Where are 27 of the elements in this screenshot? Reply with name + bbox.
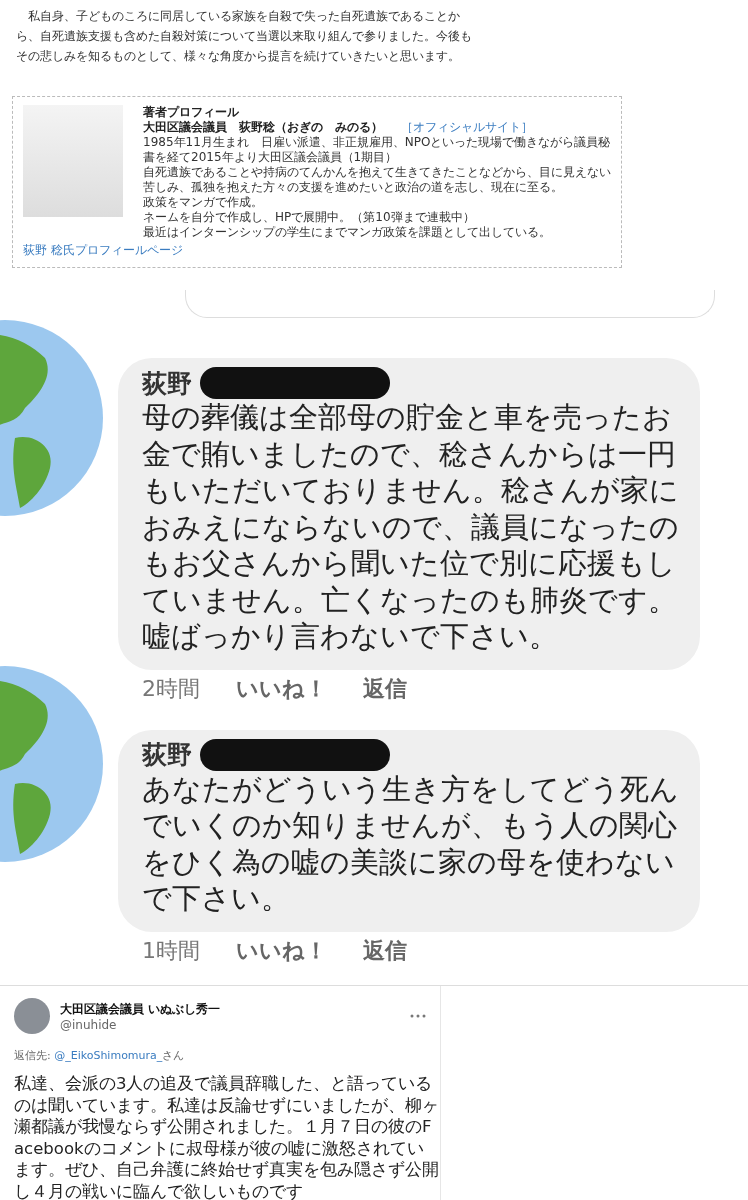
comment-time: 1時間 xyxy=(142,936,200,965)
tweet-text: 私達、会派の3人の追及で議員辞職した、と語っているのは聞いています。私達は反論せずにいましたが、柳ヶ瀬都議が我慢ならず公開されました。１月７日の彼のFacebookのコメントに叔母様が彼の嘘に激怒されています。ぜひ、自己弁護に終始せず真実を包み隠さず公開し４月の戦いに臨んで欲しいものです xyxy=(14,1073,439,1200)
tweet-author-name: 大田区議会議員 いぬぶし秀一 xyxy=(60,1000,222,1018)
profile-bio-text: 1985年11月生まれ 日雇い派遣、非正規雇用、NPOといった現場で働きながら議員秘書を経て2015年より大田区議会議員（1期目） xyxy=(143,135,611,165)
reply-button[interactable]: 返信 xyxy=(363,673,407,704)
comment-time: 2時間 xyxy=(142,674,200,703)
profile-heading: 著者プロフィール xyxy=(143,105,239,120)
reply-button[interactable]: 返信 xyxy=(363,935,407,966)
profile-bio-text: ネームを自分で作成し、HPで展開中。（第10弾まで連載中） xyxy=(143,210,476,225)
like-button[interactable]: いいね！ xyxy=(236,935,327,966)
avatar-placeholder[interactable] xyxy=(14,998,50,1034)
reply-to-text: 返信先: @_EikoShimomura_さん xyxy=(14,1048,186,1063)
like-button[interactable]: いいね！ xyxy=(236,673,327,704)
profile-bio-text: 最近はインターンシップの学生にまでマンガ政策を課題として出している。 xyxy=(143,225,552,240)
profile-bio-text: 政策をマンガで作成。 xyxy=(143,195,264,210)
comment-author[interactable]: 荻野 xyxy=(142,738,192,771)
comment-text: 母の葬儀は全部母の貯金と車を売ったお金で賄いましたので、稔さんからは一円もいただいておりません。稔さんが家におみえにならないので、議員になったのもお父さんから聞いた位で別に応援もしていません。亡くなったのも肺炎です。嘘ばっかり言わないで下さい。 xyxy=(142,400,680,655)
official-site-link[interactable]: ［オフィシャルサイト］ xyxy=(401,120,533,135)
article-paragraph: 私自身、子どものころに同居している家族を自殺で失った自死遺族であることから、自死遺族支援も含めた自殺対策について当選以来取り組んで参りました。今後もその悲しみを知るものとして、様々な角度から提言を続けていきたいと思います。 xyxy=(16,8,473,65)
tweet-handle: @inuhide xyxy=(60,1017,118,1032)
comment-text: あなたがどういう生き方をしてどう死んでいくのか知りませんが、もう人の関心をひく為の嘘の美談に家の母を使わないで下さい。 xyxy=(142,771,680,917)
mention-link[interactable]: @_EikoShimomura_ xyxy=(54,1049,163,1062)
profile-page-link[interactable]: 荻野 稔氏プロフィールページ xyxy=(23,242,183,259)
comment-author[interactable]: 荻野 xyxy=(142,366,192,400)
profile-title: 大田区議会議員 荻野稔（おぎの みのる） xyxy=(143,120,383,135)
profile-bio-text: 自死遺族であることや持病のてんかんを抱えて生きてきたことなどから、目に見えない苦しみ、孤独を抱えた方々の支援を進めたいと政治の道を志し、現在に至る。 xyxy=(143,165,611,195)
more-icon[interactable] xyxy=(410,1014,426,1018)
